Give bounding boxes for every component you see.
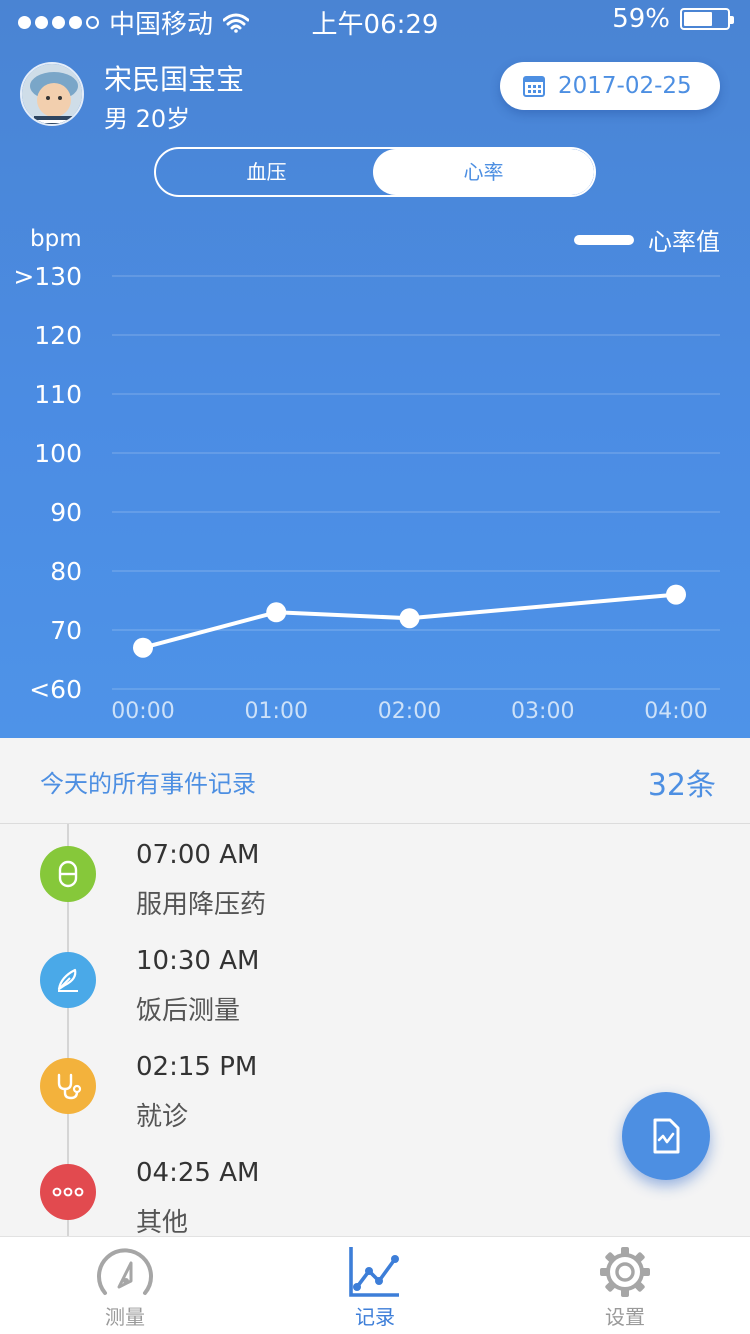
event-label: 就诊 <box>136 1102 189 1132</box>
tab-heart-rate[interactable]: 心率 <box>373 149 594 195</box>
y-tick-label: 100 <box>34 439 82 468</box>
y-tick-label: 110 <box>34 380 82 409</box>
data-point <box>266 602 287 623</box>
battery-percent: 59% <box>612 4 670 34</box>
x-tick-label: 02:00 <box>378 699 441 724</box>
y-tick-label: 120 <box>34 321 82 350</box>
y-tick-label: 90 <box>50 498 82 527</box>
gauge-icon <box>97 1248 153 1295</box>
battery-icon <box>680 8 734 30</box>
pen-icon <box>40 952 96 1008</box>
records-title: 今天的所有事件记录 <box>40 770 256 798</box>
add-record-button[interactable] <box>622 1092 710 1180</box>
date-text: 2017-02-25 <box>558 73 692 99</box>
calendar-icon <box>522 74 546 98</box>
records-header: 今天的所有事件记录 32条 <box>0 738 750 824</box>
event-label: 饭后测量 <box>136 996 241 1026</box>
y-tick-label: >130 <box>13 262 82 291</box>
status-bar: 中国移动 上午06:29 59% <box>0 0 750 40</box>
tab-settings[interactable]: 设置 <box>500 1237 750 1334</box>
tab-label: 记录 <box>355 1305 395 1329</box>
tab-measure[interactable]: 测量 <box>0 1237 250 1334</box>
event-time: 02:15 PM <box>136 1052 258 1082</box>
tab-bar: 测量 记录 设置 <box>0 1236 750 1334</box>
event-time: 07:00 AM <box>136 840 260 870</box>
gear-icon <box>600 1247 650 1297</box>
header-panel: 中国移动 上午06:29 59% 宋民国宝宝 男 20岁 2017-02-25 … <box>0 0 750 738</box>
pill-icon <box>40 846 96 902</box>
y-tick-label: 80 <box>50 557 82 586</box>
event-item[interactable]: 10:30 AM 饭后测量 <box>0 944 750 1044</box>
chart-icon <box>349 1247 399 1297</box>
event-label: 服用降压药 <box>136 890 267 920</box>
x-tick-label: 04:00 <box>644 699 707 724</box>
stethoscope-icon <box>40 1058 96 1114</box>
legend-swatch <box>574 234 634 245</box>
y-tick-label: <60 <box>29 675 82 704</box>
legend-label: 心率值 <box>648 228 720 256</box>
user-name: 宋民国宝宝 <box>104 63 245 96</box>
event-time: 10:30 AM <box>136 946 260 976</box>
tab-blood-pressure[interactable]: 血压 <box>156 149 377 195</box>
user-gender-age: 男 20岁 <box>104 105 191 133</box>
avatar[interactable] <box>20 62 84 126</box>
event-time: 04:25 AM <box>136 1158 260 1188</box>
event-label: 其他 <box>136 1208 189 1238</box>
data-point <box>133 637 153 658</box>
records-count[interactable]: 32条 <box>648 760 716 804</box>
x-tick-label: 01:00 <box>245 699 308 724</box>
x-tick-label: 00:00 <box>111 699 174 724</box>
event-item[interactable]: 07:00 AM 服用降压药 <box>0 838 750 938</box>
tab-label: 测量 <box>105 1305 145 1329</box>
y-axis-label: bpm <box>30 226 82 252</box>
report-icon <box>653 1118 680 1154</box>
x-tick-label: 03:00 <box>511 699 574 724</box>
metric-segment-control: 血压 心率 <box>154 147 596 197</box>
y-tick-label: 70 <box>50 616 82 645</box>
tab-records[interactable]: 记录 <box>250 1237 500 1334</box>
date-picker-button[interactable]: 2017-02-25 <box>500 62 720 110</box>
data-point <box>399 608 420 629</box>
heart-rate-chart: bpm >130 120 110 100 90 80 70 <60 00:00 01:00 02:00… <box>13 226 720 724</box>
chart-legend: 心率值 <box>574 222 720 257</box>
tab-label: 设置 <box>605 1305 645 1329</box>
data-point <box>666 584 686 605</box>
more-icon <box>40 1164 96 1220</box>
